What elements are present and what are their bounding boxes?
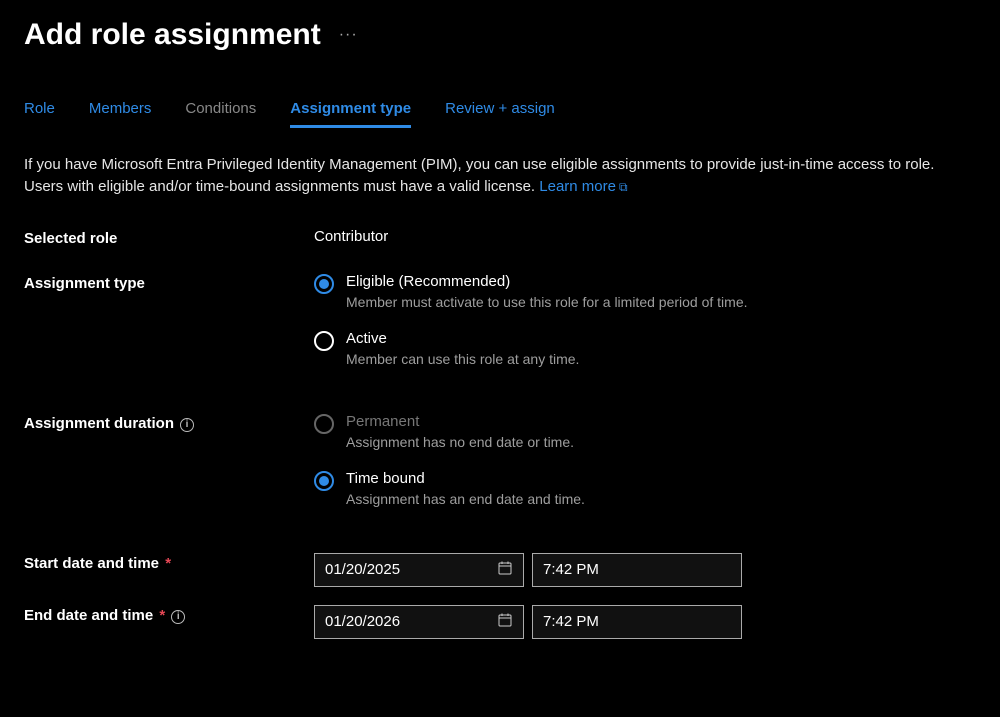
end-time-value: 7:42 PM <box>543 613 599 630</box>
tabs: Role Members Conditions Assignment type … <box>24 100 976 128</box>
description-text: If you have Microsoft Entra Privileged I… <box>24 154 976 198</box>
radio-eligible-label: Eligible (Recommended) <box>346 273 748 290</box>
tab-assignment-type[interactable]: Assignment type <box>290 100 411 128</box>
required-indicator: * <box>165 555 171 572</box>
radio-active[interactable] <box>314 331 334 351</box>
learn-more-link[interactable]: Learn more⧉ <box>539 178 627 195</box>
start-date-input[interactable]: 01/20/2025 <box>314 553 524 587</box>
radio-permanent-label: Permanent <box>346 413 574 430</box>
end-date-label: End date and time <box>24 607 153 624</box>
radio-time-bound-label: Time bound <box>346 470 585 487</box>
tab-role[interactable]: Role <box>24 100 55 128</box>
calendar-icon <box>497 612 513 632</box>
start-time-input[interactable]: 7:42 PM <box>532 553 742 587</box>
start-date-value: 01/20/2025 <box>325 561 400 578</box>
learn-more-label: Learn more <box>539 178 616 195</box>
start-date-label: Start date and time <box>24 555 159 572</box>
radio-time-bound-desc: Assignment has an end date and time. <box>346 491 585 507</box>
radio-active-desc: Member can use this role at any time. <box>346 351 579 367</box>
page-title: Add role assignment <box>24 18 321 52</box>
selected-role-value: Contributor <box>314 228 976 247</box>
external-link-icon: ⧉ <box>619 180 628 194</box>
radio-permanent-desc: Assignment has no end date or time. <box>346 434 574 450</box>
radio-eligible-desc: Member must activate to use this role fo… <box>346 294 748 310</box>
tab-conditions[interactable]: Conditions <box>185 100 256 128</box>
info-icon[interactable]: i <box>171 610 185 624</box>
end-date-value: 01/20/2026 <box>325 613 400 630</box>
selected-role-label: Selected role <box>24 228 314 247</box>
more-actions-button[interactable]: ··· <box>339 26 358 44</box>
start-time-value: 7:42 PM <box>543 561 599 578</box>
assignment-type-label: Assignment type <box>24 273 314 387</box>
radio-permanent <box>314 414 334 434</box>
radio-time-bound[interactable] <box>314 471 334 491</box>
tab-review-assign[interactable]: Review + assign <box>445 100 555 128</box>
description-body: If you have Microsoft Entra Privileged I… <box>24 156 934 195</box>
end-time-input[interactable]: 7:42 PM <box>532 605 742 639</box>
end-date-input[interactable]: 01/20/2026 <box>314 605 524 639</box>
calendar-icon <box>497 560 513 580</box>
radio-active-label: Active <box>346 330 579 347</box>
info-icon[interactable]: i <box>180 418 194 432</box>
tab-members[interactable]: Members <box>89 100 152 128</box>
required-indicator: * <box>159 607 165 624</box>
assignment-duration-label: Assignment duration <box>24 415 174 432</box>
radio-eligible[interactable] <box>314 274 334 294</box>
